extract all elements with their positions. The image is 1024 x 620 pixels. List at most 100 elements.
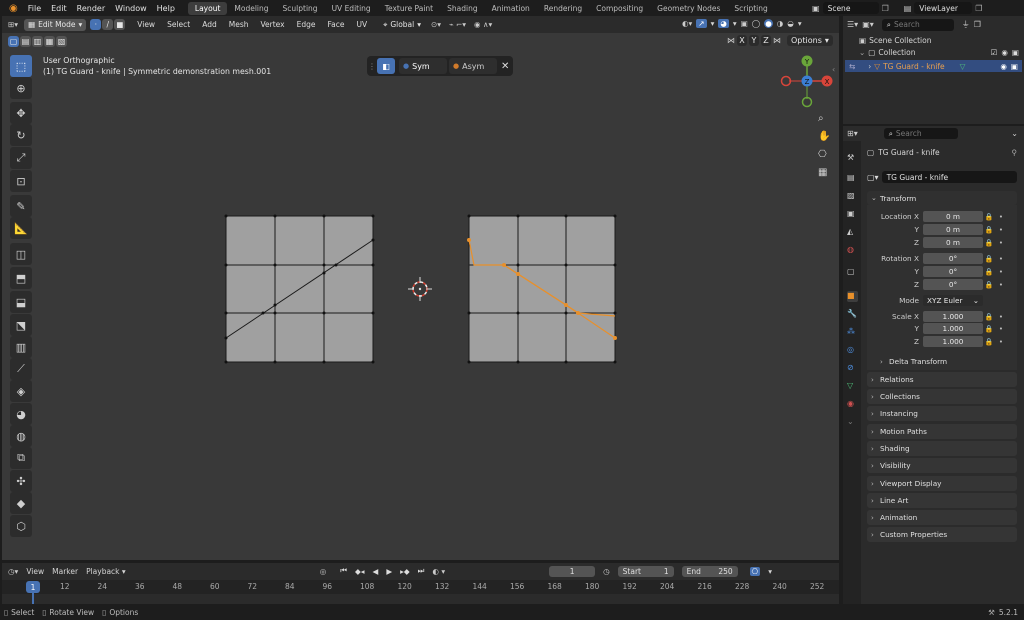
rotation-mode-select[interactable]: XYZ Euler ⌄ [923, 295, 983, 306]
timeline-editor-icon[interactable]: ◷▾ [8, 567, 18, 576]
solid-shading-icon[interactable]: ● [764, 19, 773, 28]
lock-icon[interactable]: 🔒 [983, 239, 995, 247]
menu-view[interactable]: View [131, 20, 161, 29]
scene-tab-icon[interactable]: ◭ [847, 227, 858, 238]
current-frame-field[interactable]: 1 [549, 565, 596, 577]
outliner-editor-icon[interactable]: ☰▾ [847, 20, 858, 29]
keyframe-dot-icon[interactable]: • [995, 268, 1007, 276]
physics-tab-icon[interactable]: ◎ [847, 345, 858, 356]
clock-icon[interactable]: ◷ [603, 567, 610, 576]
particles-tab-icon[interactable]: ⁂ [847, 327, 858, 338]
jump-start-icon[interactable]: ⏮ [340, 566, 347, 576]
shrink-fatten-tool-icon[interactable]: ✣ [10, 470, 32, 492]
tool-tab-icon[interactable]: ⚒ [847, 153, 858, 164]
properties-editor-icon[interactable]: ⊞▾ [847, 129, 858, 138]
new-collection-icon[interactable]: ❐ [974, 20, 981, 29]
checkbox-icon[interactable]: ☑ [991, 48, 998, 57]
new-scene-icon[interactable]: ❐ [882, 4, 889, 13]
face-select-icon[interactable]: ■ [114, 19, 126, 30]
lock-icon[interactable]: 🔒 [983, 338, 995, 346]
rendered-shading-icon[interactable]: ◒ [787, 19, 794, 28]
inset-tool-icon[interactable]: ⬓ [10, 291, 32, 313]
mode-selector[interactable]: ▦ Edit Mode ▾ [24, 18, 87, 31]
lock-icon[interactable]: 🔒 [983, 226, 995, 234]
mesh-canvas[interactable]: Y X Z [2, 33, 839, 560]
gizmo-dropdown-icon[interactable]: ▾ [711, 19, 715, 28]
menu-window[interactable]: Window [110, 4, 152, 13]
blender-logo-icon[interactable]: ◉ [4, 3, 23, 14]
rotation-z-field[interactable]: 0° [923, 279, 983, 290]
material-shading-icon[interactable]: ◑ [777, 19, 784, 28]
gizmo-toggle-icon[interactable]: ↗ [696, 19, 707, 28]
expand-icon[interactable]: ⌄ [859, 48, 865, 57]
jump-keyframe-back-icon[interactable]: ◆◂ [355, 567, 365, 576]
keyframe-dot-icon[interactable]: • [995, 313, 1007, 321]
tab-scripting[interactable]: Scripting [727, 2, 774, 15]
rotation-y-field[interactable]: 0° [923, 266, 983, 277]
spin-tool-icon[interactable]: ◕ [10, 403, 32, 425]
grid-icon[interactable]: ▦ [818, 167, 830, 178]
timeline-view-icon[interactable]: ⎔ [749, 566, 761, 576]
eye-icon[interactable]: ◉ [1001, 48, 1008, 57]
menu-edge[interactable]: Edge [291, 20, 322, 29]
scale-tool-icon[interactable]: ⤢ [10, 147, 32, 169]
vertex-select-icon[interactable]: · [90, 19, 102, 30]
select-box-tool-icon[interactable]: ⬚ [10, 55, 32, 77]
navigation-gizmo[interactable]: Y X Z [780, 55, 833, 108]
jump-end-icon[interactable]: ⏭ [418, 566, 425, 576]
overlay-dropdown-icon[interactable]: ▾ [733, 19, 737, 28]
rotate-tool-icon[interactable]: ↻ [10, 124, 32, 146]
rip-tool-icon[interactable]: ⬡ [10, 515, 32, 537]
view-layer-selector[interactable]: ViewLayer [914, 2, 973, 14]
object-data-icon[interactable]: ▢▾ [867, 173, 879, 182]
proportional-icon[interactable]: ◉ ∧▾ [474, 20, 492, 29]
render-tab-icon[interactable]: ▤ [847, 173, 858, 184]
location-y-field[interactable]: 0 m [923, 224, 983, 235]
more-tabs-icon[interactable]: ⌄ [847, 417, 858, 428]
timeline-track[interactable] [2, 594, 839, 604]
location-z-field[interactable]: 0 m [923, 237, 983, 248]
end-frame-field[interactable]: End 250 [681, 565, 738, 577]
keying-icon[interactable]: ◐ ▾ [432, 567, 445, 576]
snap-icon[interactable]: ⌁ ⌐▾ [449, 20, 466, 29]
new-layer-icon[interactable]: ❐ [975, 4, 982, 13]
smooth-tool-icon[interactable]: ◍ [10, 425, 32, 447]
menu-render[interactable]: Render [72, 4, 110, 13]
tab-compositing[interactable]: Compositing [589, 2, 650, 15]
filter-icon[interactable]: ⏚ [962, 19, 970, 30]
constraints-tab-icon[interactable]: ⊘ [847, 363, 858, 374]
sidebar-toggle-icon[interactable]: ‹ [832, 65, 835, 74]
modifier-tab-icon[interactable]: 🔧 [847, 309, 858, 320]
lock-icon[interactable]: 🔒 [983, 213, 995, 221]
options-chevron-icon[interactable]: ⌄ [1011, 129, 1024, 138]
lock-icon[interactable]: 🔒 [983, 325, 995, 333]
data-tab-icon[interactable]: ▽ [847, 381, 858, 392]
menu-file[interactable]: File [23, 4, 46, 13]
view-layer-tab-icon[interactable]: ▣ [847, 209, 858, 220]
timeline-playback-dropdown[interactable]: Playback ▾ [86, 567, 126, 576]
relations-panel-header[interactable]: › Relations [867, 372, 1017, 387]
tab-modeling[interactable]: Modeling [227, 2, 275, 15]
add-cube-tool-icon[interactable]: ◫ [10, 243, 32, 265]
custom-properties-panel-header[interactable]: › Custom Properties [867, 527, 1017, 542]
overlay-toggle-icon[interactable]: ◕ [718, 19, 729, 28]
3d-viewport[interactable]: ▢ ▤ ▥ ▦ ▧ User Orthographic (1) TG Guard… [2, 33, 839, 560]
collection-tab-icon[interactable]: ▢ [847, 267, 858, 278]
lock-icon[interactable]: 🔒 [983, 255, 995, 263]
keyframe-dot-icon[interactable]: • [995, 226, 1007, 234]
cursor-tool-icon[interactable]: ⊕ [10, 77, 32, 99]
viewport-display-panel-header[interactable]: › Viewport Display [867, 476, 1017, 491]
menu-help[interactable]: Help [152, 4, 180, 13]
play-icon[interactable]: ▶ [386, 567, 392, 576]
render-camera-icon[interactable]: ▣ [1012, 48, 1019, 57]
visibility-icon[interactable]: ◐▾ [682, 19, 692, 28]
measure-tool-icon[interactable]: 📐 [10, 217, 32, 239]
zoom-icon[interactable]: ⌕ [818, 113, 830, 124]
tab-geometry-nodes[interactable]: Geometry Nodes [650, 2, 727, 15]
menu-vertex[interactable]: Vertex [255, 20, 291, 29]
tab-sculpting[interactable]: Sculpting [276, 2, 325, 15]
instancing-panel-header[interactable]: › Instancing [867, 406, 1017, 421]
visibility-panel-header[interactable]: › Visibility [867, 458, 1017, 473]
3d-cursor-icon[interactable] [408, 277, 432, 301]
pin-icon[interactable]: ⚲ [1012, 148, 1018, 157]
